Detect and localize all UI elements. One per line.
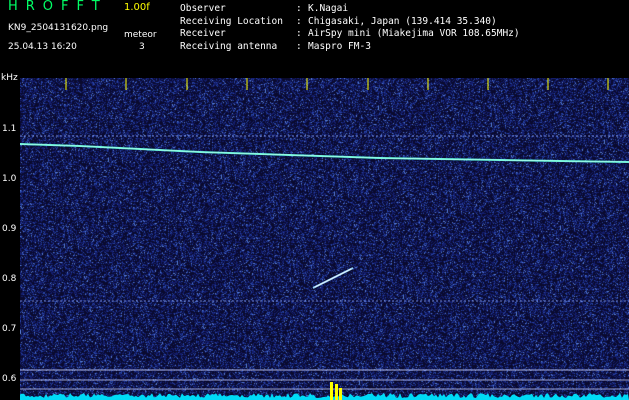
info-value: Maspro FM-3 [308, 40, 371, 52]
info-separator: : [296, 28, 302, 39]
info-separator: : [296, 15, 302, 27]
info-key: Receiver [180, 28, 226, 39]
y-axis-unit: kHz [1, 73, 18, 83]
y-tick-label: 0.9 [2, 224, 17, 234]
app-title: HROFFT [8, 0, 108, 14]
spectrogram-plot [20, 78, 629, 400]
y-tick-label: 1.0 [2, 174, 17, 184]
info-key: Observer [180, 3, 226, 14]
info-value: K.Nagai [308, 3, 349, 14]
meteor-spike-marks [330, 382, 342, 400]
mode-value: 3 [139, 42, 145, 52]
meteor-echo-core [314, 268, 352, 288]
spike-mark [330, 382, 333, 400]
spectrum-baseline [20, 393, 629, 400]
spike-mark [339, 388, 342, 400]
info-separator: : [296, 3, 302, 14]
y-tick-label: 0.6 [2, 374, 17, 384]
timestamp: 25.04.13 16:20 [8, 42, 77, 52]
info-key: Receiving Location [180, 15, 283, 27]
file-name: KN9_2504131620.png [8, 23, 109, 33]
carrier-signal-trace [20, 143, 629, 163]
info-key: Receiving antenna [180, 40, 278, 52]
spike-mark [335, 384, 338, 400]
y-tick-label: 0.7 [2, 324, 17, 334]
mode-label: meteor [124, 30, 157, 40]
y-tick-label: 0.8 [2, 274, 17, 284]
header-panel: HROFFT 1.00f KN9_2504131620.png meteor 2… [0, 0, 629, 70]
info-value: Chigasaki, Japan (139.414 35.340) [308, 15, 497, 27]
app-version: 1.00f [124, 2, 150, 13]
y-tick-label: 1.1 [2, 124, 17, 134]
spectrogram-overlay [20, 78, 629, 400]
info-separator: : [296, 40, 302, 52]
info-value: AirSpy mini (Miakejima VOR 108.65MHz) [308, 28, 520, 39]
minute-tick-marks [65, 78, 609, 90]
